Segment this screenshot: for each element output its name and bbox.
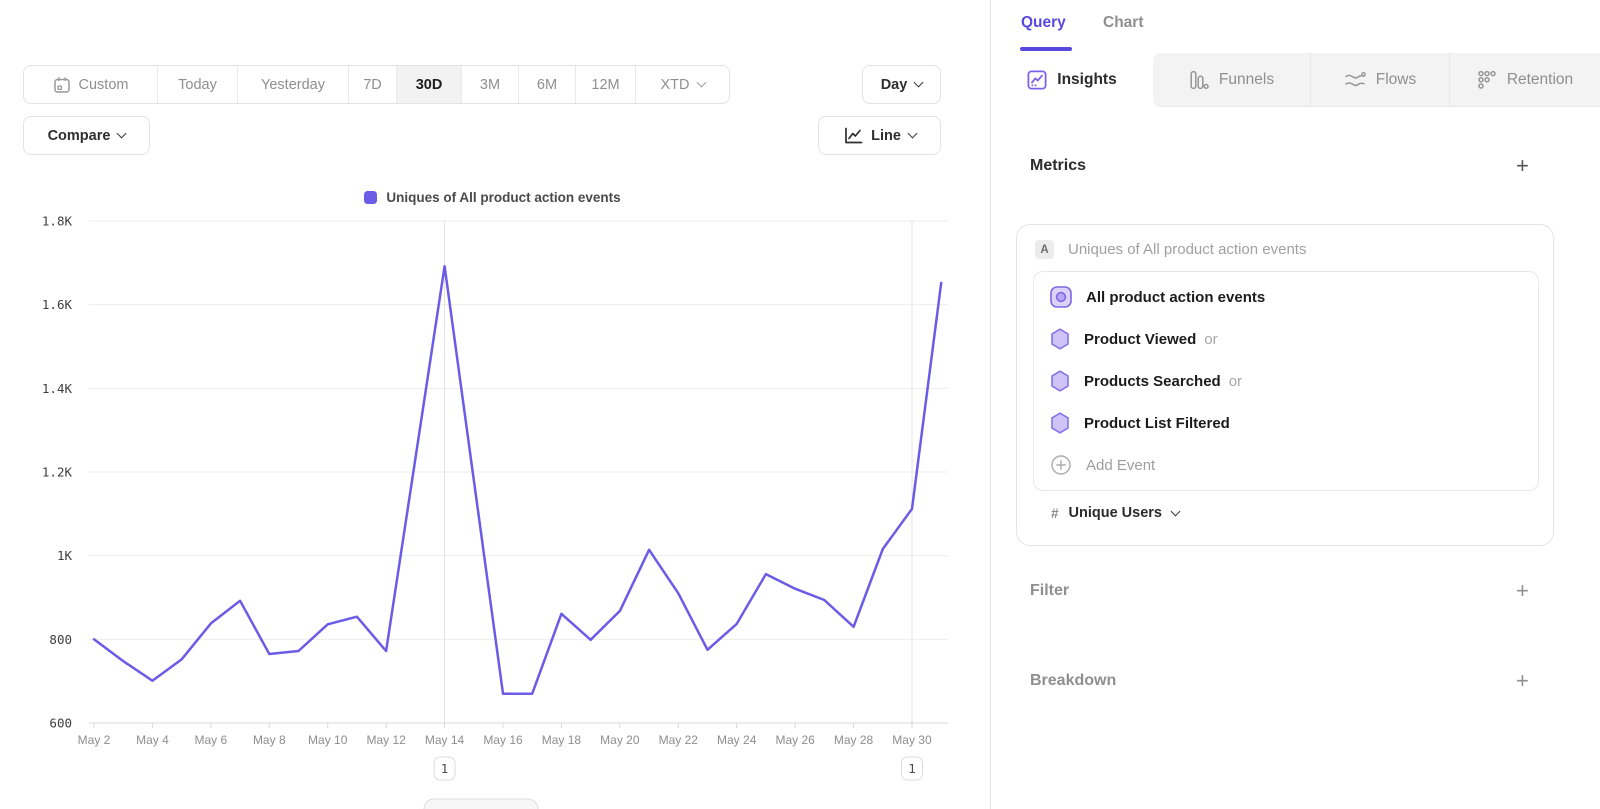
metric-group-card: A Uniques of All product action events A… xyxy=(1016,224,1554,546)
add-filter-button[interactable]: + xyxy=(1516,581,1529,601)
hexagon-icon xyxy=(1050,370,1070,392)
x-axis-tick-label: May 2 xyxy=(78,733,111,747)
event-name: Products Searched xyxy=(1084,373,1221,390)
date-range-6m[interactable]: 6M xyxy=(518,66,575,103)
chevron-down-icon xyxy=(1171,507,1181,517)
chevron-down-icon xyxy=(117,128,127,138)
event-name: All product action events xyxy=(1086,289,1265,306)
date-range-today[interactable]: Today xyxy=(157,66,237,103)
hexagon-icon xyxy=(1050,412,1070,434)
line-chart-icon xyxy=(843,127,863,145)
active-tab-underline xyxy=(1020,47,1072,51)
x-axis-tick-label: May 16 xyxy=(483,733,523,747)
funnels-icon xyxy=(1189,70,1209,90)
event-name: Product Viewed xyxy=(1084,331,1196,348)
x-axis-tick-label: May 30 xyxy=(892,733,932,747)
x-axis-tick-label: May 4 xyxy=(136,733,169,747)
all-events-icon xyxy=(1050,286,1072,308)
date-range-12m[interactable]: 12M xyxy=(575,66,635,103)
date-range-yesterday[interactable]: Yesterday xyxy=(237,66,348,103)
x-axis-tick-label: May 6 xyxy=(195,733,228,747)
metric-group-title: Uniques of All product action events xyxy=(1068,241,1306,258)
event-operator: or xyxy=(1229,373,1242,390)
date-range-7d[interactable]: 7D xyxy=(348,66,396,103)
tab-query[interactable]: Query xyxy=(1021,14,1066,32)
y-axis-tick-label: 1.6K xyxy=(42,297,73,312)
annotation-popover-partial[interactable] xyxy=(424,799,538,809)
y-axis-tick-label: 1K xyxy=(57,548,73,563)
tab-retention[interactable]: Retention xyxy=(1449,53,1600,107)
x-axis-tick-label: May 14 xyxy=(425,733,465,747)
date-range-label: Custom xyxy=(79,77,129,93)
y-axis-tick-label: 1.2K xyxy=(42,465,73,480)
granularity-dropdown[interactable]: Day xyxy=(862,65,941,104)
retention-icon xyxy=(1477,70,1497,90)
tab-chart[interactable]: Chart xyxy=(1103,14,1143,32)
x-axis-tick-label: May 12 xyxy=(366,733,406,747)
x-axis-tick-label: May 10 xyxy=(308,733,348,747)
line-chart: 1.8K 1.6K 1.4K 1.2K 1K 800 600 May 2 May 4 May 6 M… xyxy=(0,180,985,809)
annotation-badge-label: 1 xyxy=(908,761,916,776)
chart-type-dropdown[interactable]: Line xyxy=(818,116,941,155)
number-icon: # xyxy=(1051,506,1059,521)
filter-title: Filter xyxy=(1030,582,1069,600)
compare-dropdown[interactable]: Compare xyxy=(23,116,150,155)
report-type-tabs: Insights Funnels Flows xyxy=(991,53,1600,107)
metric-letter-badge: A xyxy=(1035,240,1054,259)
calendar-icon xyxy=(53,76,71,94)
chevron-down-icon xyxy=(914,77,924,87)
annotation-badge-label: 1 xyxy=(441,761,449,776)
metric-group-header: A Uniques of All product action events xyxy=(1017,225,1553,259)
y-axis-tick-label: 1.4K xyxy=(42,381,73,396)
event-row-products-searched[interactable]: Products Searched or xyxy=(1034,360,1538,402)
aggregation-dropdown[interactable]: # Unique Users xyxy=(1051,505,1553,521)
x-axis-tick-label: May 28 xyxy=(834,733,874,747)
y-axis-tick-label: 600 xyxy=(49,716,72,731)
add-event-label: Add Event xyxy=(1086,457,1155,474)
date-range-xtd[interactable]: XTD xyxy=(635,66,729,103)
x-axis-tick-label: May 26 xyxy=(775,733,815,747)
chevron-down-icon xyxy=(696,77,706,87)
event-list-card: All product action events Product Viewed… xyxy=(1033,271,1539,491)
breakdown-title: Breakdown xyxy=(1030,672,1116,690)
insights-icon xyxy=(1027,70,1047,90)
add-event-button[interactable]: Add Event xyxy=(1034,444,1538,486)
event-row-all-product-actions[interactable]: All product action events xyxy=(1034,276,1538,318)
x-axis-tick-label: May 18 xyxy=(542,733,582,747)
add-circle-icon xyxy=(1050,454,1072,476)
tab-insights[interactable]: Insights xyxy=(991,53,1153,107)
chevron-down-icon xyxy=(907,128,917,138)
x-axis-tick-label: May 20 xyxy=(600,733,640,747)
event-name: Product List Filtered xyxy=(1084,415,1230,432)
series-line xyxy=(94,266,941,694)
y-axis-tick-label: 1.8K xyxy=(42,214,73,229)
hexagon-icon xyxy=(1050,328,1070,350)
event-operator: or xyxy=(1204,331,1217,348)
event-row-product-viewed[interactable]: Product Viewed or xyxy=(1034,318,1538,360)
x-axis-tick-label: May 22 xyxy=(659,733,699,747)
app-root: Custom Today Yesterday 7D 30D 3M 6M 12M … xyxy=(0,0,1600,809)
panel-divider xyxy=(990,0,991,809)
add-metric-button[interactable]: + xyxy=(1516,156,1529,176)
add-breakdown-button[interactable]: + xyxy=(1516,671,1529,691)
tab-flows[interactable]: Flows xyxy=(1310,53,1449,107)
flows-icon xyxy=(1344,71,1366,89)
y-axis-tick-label: 800 xyxy=(49,632,72,647)
x-axis-tick-label: May 8 xyxy=(253,733,286,747)
tab-funnels[interactable]: Funnels xyxy=(1153,53,1310,107)
date-range-3m[interactable]: 3M xyxy=(461,66,518,103)
date-range-custom[interactable]: Custom xyxy=(24,66,157,103)
date-range-30d[interactable]: 30D xyxy=(396,66,461,103)
event-row-product-list-filtered[interactable]: Product List Filtered xyxy=(1034,402,1538,444)
metrics-title: Metrics xyxy=(1030,157,1086,175)
date-range-segmented-control: Custom Today Yesterday 7D 30D 3M 6M 12M … xyxy=(23,65,730,104)
x-axis-tick-label: May 24 xyxy=(717,733,757,747)
